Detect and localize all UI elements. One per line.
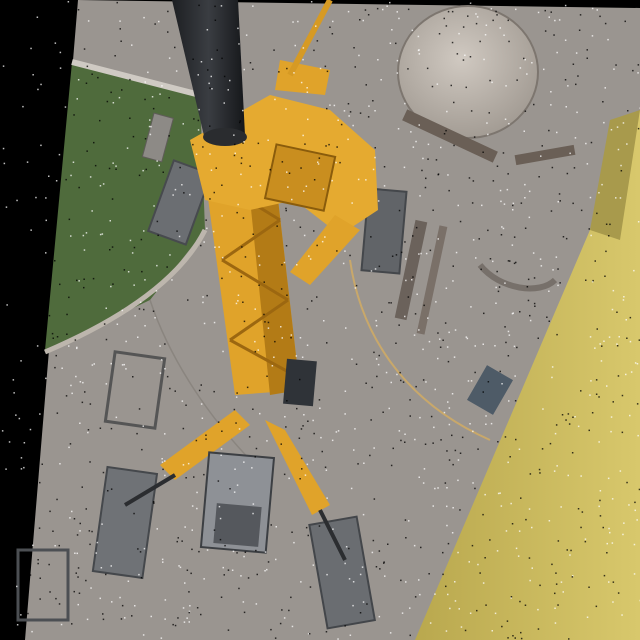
crane-aerial-photo bbox=[0, 0, 640, 640]
crane-track bbox=[213, 503, 262, 547]
crane-boom-dark-tip bbox=[203, 128, 247, 146]
crane-cab bbox=[283, 358, 317, 407]
crane-winch-box bbox=[263, 143, 337, 212]
